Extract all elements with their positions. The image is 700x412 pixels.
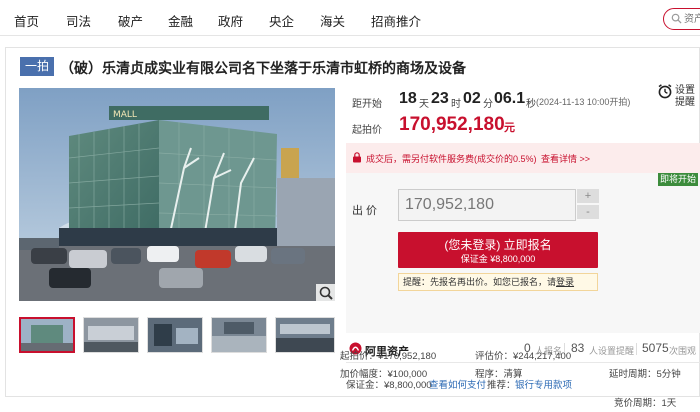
extension-period: 延时周期：5分钟 xyxy=(609,369,681,380)
nav-item-government[interactable]: 政府 xyxy=(218,11,243,30)
photo-thumbnail[interactable] xyxy=(83,317,139,353)
auction-round-badge: 一拍 xyxy=(20,57,54,76)
countdown-hours-unit: 时 xyxy=(451,99,461,110)
countdown-minutes-unit: 分 xyxy=(483,99,493,110)
alarm-clock-icon xyxy=(658,84,672,99)
thumbnail-image xyxy=(276,318,334,352)
register-button-deposit: 保证金 ¥8,800,000 xyxy=(460,254,536,264)
lock-icon xyxy=(353,152,361,163)
procedure-type: 程序：清算 xyxy=(475,369,523,380)
increase-bid-button[interactable]: + xyxy=(577,189,599,203)
thumbnail-image xyxy=(148,318,202,352)
starting-price-unit: 元 xyxy=(504,122,515,134)
nav-item-investment[interactable]: 招商推介 xyxy=(371,11,421,30)
magnifier-icon xyxy=(319,286,333,300)
views-count: 5075 xyxy=(642,341,669,355)
divider xyxy=(636,343,637,355)
reminders-label: 人设置提醒 xyxy=(589,346,635,356)
photo-thumbnail[interactable] xyxy=(211,317,267,353)
start-price-detail: 起拍价：¥170,952,180 xyxy=(340,351,437,362)
view-details-link[interactable]: 查看详情 >> xyxy=(541,152,590,165)
countdown-minutes: 02 xyxy=(463,90,481,107)
reminders-count: 83 xyxy=(571,341,585,355)
countdown-label: 距开始 xyxy=(352,99,382,110)
appraisal-price: 评估价：¥244,217,400 xyxy=(475,351,572,362)
bid-increment: 加价幅度：¥100,000 xyxy=(340,369,428,380)
countdown-days-unit: 天 xyxy=(419,99,429,110)
reminder-label-line2: 提醒 xyxy=(675,97,695,108)
nav-item-finance[interactable]: 金融 xyxy=(168,11,193,30)
decrease-bid-button[interactable]: - xyxy=(577,205,599,219)
views-label: 次围观 xyxy=(669,346,697,356)
login-tip: 提醒：先报名再出价。如您已报名，请登录 xyxy=(398,273,598,291)
zoom-button[interactable] xyxy=(316,284,335,301)
countdown-seconds: 06.1 xyxy=(494,90,526,107)
mall-building-image: MALL xyxy=(19,88,335,301)
auction-panel: 一拍 （破）乐清贞成实业有限公司名下坐落于乐清市虹桥的商场及设备 MALL 距开… xyxy=(5,47,700,409)
countdown-hours: 23 xyxy=(431,90,449,107)
top-navigation: 首页 司法 破产 金融 政府 央企 海关 招商推介 xyxy=(0,0,700,36)
nav-item-customs[interactable]: 海关 xyxy=(320,11,345,30)
photo-thumbnail[interactable] xyxy=(275,317,335,353)
set-reminder-button[interactable]: 设置 提醒 xyxy=(655,79,700,109)
starting-price-value: 170,952,180 xyxy=(399,114,505,135)
login-tip-text: 提醒：先报名再出价。如您已报名，请 xyxy=(403,277,557,287)
starting-price-label: 起拍价 xyxy=(352,125,382,136)
thumbnail-image xyxy=(84,318,138,352)
bid-label: 出 价 xyxy=(352,205,378,217)
nav-item-central-soe[interactable]: 央企 xyxy=(269,11,294,30)
register-now-button[interactable]: (您未登录) 立即报名 保证金 ¥8,800,000 xyxy=(398,232,598,268)
photo-thumbnail[interactable] xyxy=(19,317,75,353)
nav-item-bankruptcy[interactable]: 破产 xyxy=(118,11,143,30)
auction-start-time: (2024-11-13 10:00开拍) xyxy=(536,97,631,107)
main-property-photo[interactable]: MALL xyxy=(19,88,335,301)
svg-text:MALL: MALL xyxy=(113,110,137,120)
service-fee-notice: 成交后，需另付软件服务费(成交价的0.5%) 查看详情 >> xyxy=(346,143,700,173)
service-fee-text: 成交后，需另付软件服务费(成交价的0.5%) xyxy=(366,154,537,164)
countdown-seconds-unit: 秒 xyxy=(526,99,536,110)
thumbnail-image xyxy=(21,319,73,351)
search-icon xyxy=(671,13,682,24)
listing-title: （破）乐清贞成实业有限公司名下坐落于乐清市虹桥的商场及设备 xyxy=(60,60,466,76)
status-badge: 即将开始 xyxy=(658,173,698,186)
nav-item-home[interactable]: 首页 xyxy=(14,11,39,30)
photo-thumbnail[interactable] xyxy=(147,317,203,353)
nav-item-judicial[interactable]: 司法 xyxy=(66,11,91,30)
search-box[interactable] xyxy=(663,8,700,30)
register-button-label: (您未登录) 立即报名 xyxy=(444,238,552,252)
bid-amount-input[interactable] xyxy=(398,189,576,221)
login-link[interactable]: 登录 xyxy=(556,277,574,287)
countdown-days: 18 xyxy=(399,90,417,107)
bank-account-link[interactable]: 银行专用款项 xyxy=(515,377,572,391)
bid-panel: 即将开始 出 价 + - (您未登录) 立即报名 保证金 ¥8,800,000 … xyxy=(346,173,700,333)
search-input[interactable] xyxy=(684,12,700,26)
bid-period: 竞价周期：1天 xyxy=(614,398,677,409)
thumbnail-image xyxy=(212,318,266,352)
